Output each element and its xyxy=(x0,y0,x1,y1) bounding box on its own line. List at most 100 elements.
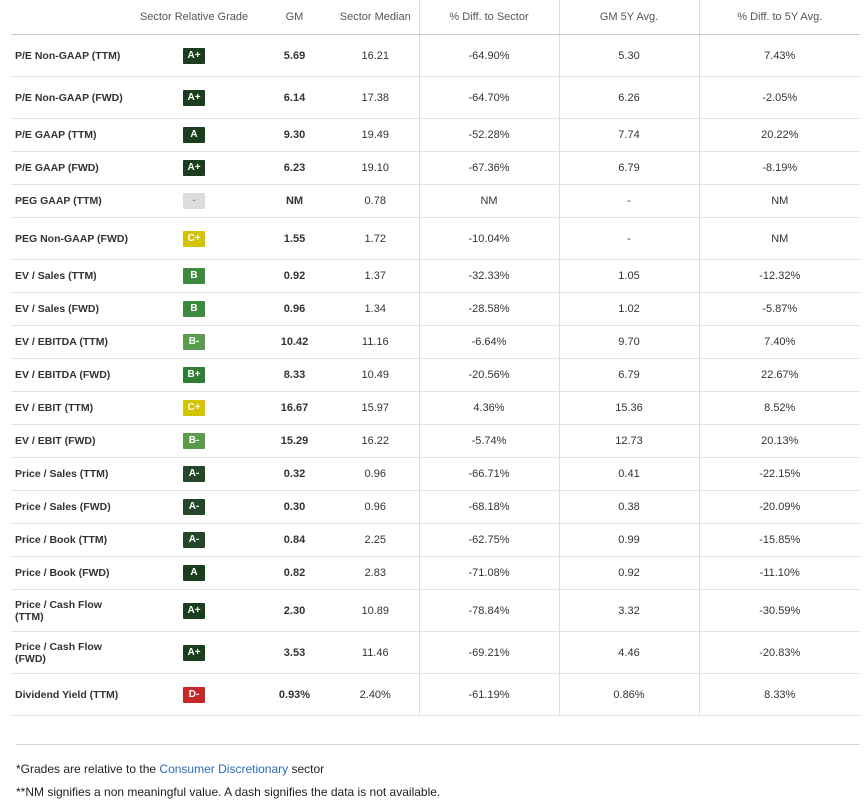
table-row: Price / Book (FWD) A 0.82 2.83 -71.08% 0.92 -1… xyxy=(11,556,860,590)
gm-value: NM xyxy=(257,184,332,218)
diff-5y-value: 8.33% xyxy=(699,673,860,716)
grade-badge: B xyxy=(183,268,205,284)
diff-5y-value: -20.09% xyxy=(699,490,860,524)
grade-badge: D- xyxy=(183,686,205,703)
sector-median-value: 11.46 xyxy=(332,631,420,674)
sector-median-value: 10.89 xyxy=(332,589,420,632)
grade-cell: C+ xyxy=(131,217,257,260)
grade-cell: A xyxy=(131,118,257,152)
gm-value: 8.33 xyxy=(257,358,332,392)
grade-cell: A+ xyxy=(131,589,257,632)
header-gm: GM xyxy=(257,0,332,35)
grade-cell: B- xyxy=(131,424,257,458)
grade-badge: C+ xyxy=(183,230,205,247)
diff-sector-value: -64.70% xyxy=(419,76,560,119)
grade-badge: B- xyxy=(183,334,205,350)
diff-5y-value: 22.67% xyxy=(699,358,860,392)
grade-badge: A+ xyxy=(183,644,205,661)
diff-sector-value: -6.64% xyxy=(419,325,560,359)
grade-cell: A+ xyxy=(131,151,257,185)
valuation-table: Sector Relative Grade GM Sector Median %… xyxy=(11,0,860,716)
table-row: EV / Sales (TTM) B 0.92 1.37 -32.33% 1.05 -12.… xyxy=(11,259,860,293)
diff-5y-value: 7.43% xyxy=(699,34,860,77)
grade-badge: A+ xyxy=(183,89,205,106)
diff-sector-value: NM xyxy=(419,184,560,218)
table-row: Price / Cash Flow (TTM) A+ 2.30 10.89 -78.84… xyxy=(11,589,860,632)
avg-5y-value: 1.05 xyxy=(559,259,700,293)
table-header-row: Sector Relative Grade GM Sector Median %… xyxy=(11,0,860,35)
gm-value: 10.42 xyxy=(257,325,332,359)
sector-median-value: 1.34 xyxy=(332,292,420,326)
gm-value: 1.55 xyxy=(257,217,332,260)
diff-5y-value: -30.59% xyxy=(699,589,860,632)
sector-median-value: 11.16 xyxy=(332,325,420,359)
grade-cell: A- xyxy=(131,523,257,557)
diff-sector-value: -52.28% xyxy=(419,118,560,152)
metric-label: Price / Sales (TTM) xyxy=(11,457,131,491)
diff-sector-value: -10.04% xyxy=(419,217,560,260)
gm-value: 16.67 xyxy=(257,391,332,425)
avg-5y-value: 6.26 xyxy=(559,76,700,119)
avg-5y-value: 0.41 xyxy=(559,457,700,491)
sector-median-value: 10.49 xyxy=(332,358,420,392)
metric-label: EV / Sales (TTM) xyxy=(11,259,131,293)
table-row: P/E GAAP (TTM) A 9.30 19.49 -52.28% 7.74 20.22… xyxy=(11,118,860,152)
grade-cell: B- xyxy=(131,325,257,359)
gm-value: 3.53 xyxy=(257,631,332,674)
sector-median-value: 0.96 xyxy=(332,457,420,491)
diff-sector-value: 4.36% xyxy=(419,391,560,425)
sector-median-value: 19.49 xyxy=(332,118,420,152)
table-row: P/E Non-GAAP (FWD) A+ 6.14 17.38 -64.70% 6.26… xyxy=(11,76,860,119)
avg-5y-value: 1.02 xyxy=(559,292,700,326)
grade-badge: A+ xyxy=(183,47,205,64)
metric-label: PEG Non-GAAP (FWD) xyxy=(11,217,131,260)
diff-5y-value: 20.22% xyxy=(699,118,860,152)
header-grade: Sector Relative Grade xyxy=(131,0,257,35)
valuation-grades-panel: Sector Relative Grade GM Sector Median %… xyxy=(0,0,867,807)
metric-label: EV / Sales (FWD) xyxy=(11,292,131,326)
sector-median-value: 16.21 xyxy=(332,34,420,77)
grade-cell: A+ xyxy=(131,76,257,119)
gm-value: 0.92 xyxy=(257,259,332,293)
diff-sector-value: -64.90% xyxy=(419,34,560,77)
gm-value: 6.23 xyxy=(257,151,332,185)
diff-5y-value: NM xyxy=(699,217,860,260)
grades-note: *Grades are relative to the Consumer Dis… xyxy=(16,762,324,776)
grade-cell: B+ xyxy=(131,358,257,392)
table-row: P/E GAAP (FWD) A+ 6.23 19.10 -67.36% 6.79 -8.1… xyxy=(11,151,860,185)
header-5y-avg: GM 5Y Avg. xyxy=(559,0,700,35)
sector-median-value: 0.78 xyxy=(332,184,420,218)
grade-cell: A- xyxy=(131,457,257,491)
avg-5y-value: - xyxy=(559,217,700,260)
grade-badge: A+ xyxy=(183,602,205,619)
gm-value: 5.69 xyxy=(257,34,332,77)
metric-label: PEG GAAP (TTM) xyxy=(11,184,131,218)
avg-5y-value: 7.74 xyxy=(559,118,700,152)
diff-5y-value: NM xyxy=(699,184,860,218)
header-sector-median: Sector Median xyxy=(332,0,420,35)
avg-5y-value: 4.46 xyxy=(559,631,700,674)
diff-sector-value: -71.08% xyxy=(419,556,560,590)
table-row: P/E Non-GAAP (TTM) A+ 5.69 16.21 -64.90% 5.30… xyxy=(11,34,860,77)
gm-value: 0.84 xyxy=(257,523,332,557)
sector-median-value: 2.40% xyxy=(332,673,420,716)
metric-label: Price / Book (FWD) xyxy=(11,556,131,590)
grade-badge: B xyxy=(183,301,205,317)
sector-median-value: 0.96 xyxy=(332,490,420,524)
sector-link[interactable]: Consumer Discretionary xyxy=(159,762,288,776)
diff-5y-value: -2.05% xyxy=(699,76,860,119)
diff-sector-value: -67.36% xyxy=(419,151,560,185)
metric-label: EV / EBIT (FWD) xyxy=(11,424,131,458)
diff-sector-value: -62.75% xyxy=(419,523,560,557)
table-row: Price / Book (TTM) A- 0.84 2.25 -62.75% 0.99-… xyxy=(11,523,860,557)
diff-sector-value: -5.74% xyxy=(419,424,560,458)
grades-note-text: *Grades are relative to the xyxy=(16,762,160,776)
diff-5y-value: -8.19% xyxy=(699,151,860,185)
table-body: P/E Non-GAAP (TTM) A+ 5.69 16.21 -64.90% 5.30… xyxy=(11,34,860,716)
diff-sector-value: -32.33% xyxy=(419,259,560,293)
grade-badge: B- xyxy=(183,433,205,449)
table-row: EV / EBIT (TTM) C+ 16.67 15.97 4.36% 15.36 8.5… xyxy=(11,391,860,425)
grade-badge: A+ xyxy=(183,160,205,176)
table-row: PEG GAAP (TTM) - NM 0.78 NM - NM xyxy=(11,184,860,218)
grade-badge: - xyxy=(183,193,205,209)
